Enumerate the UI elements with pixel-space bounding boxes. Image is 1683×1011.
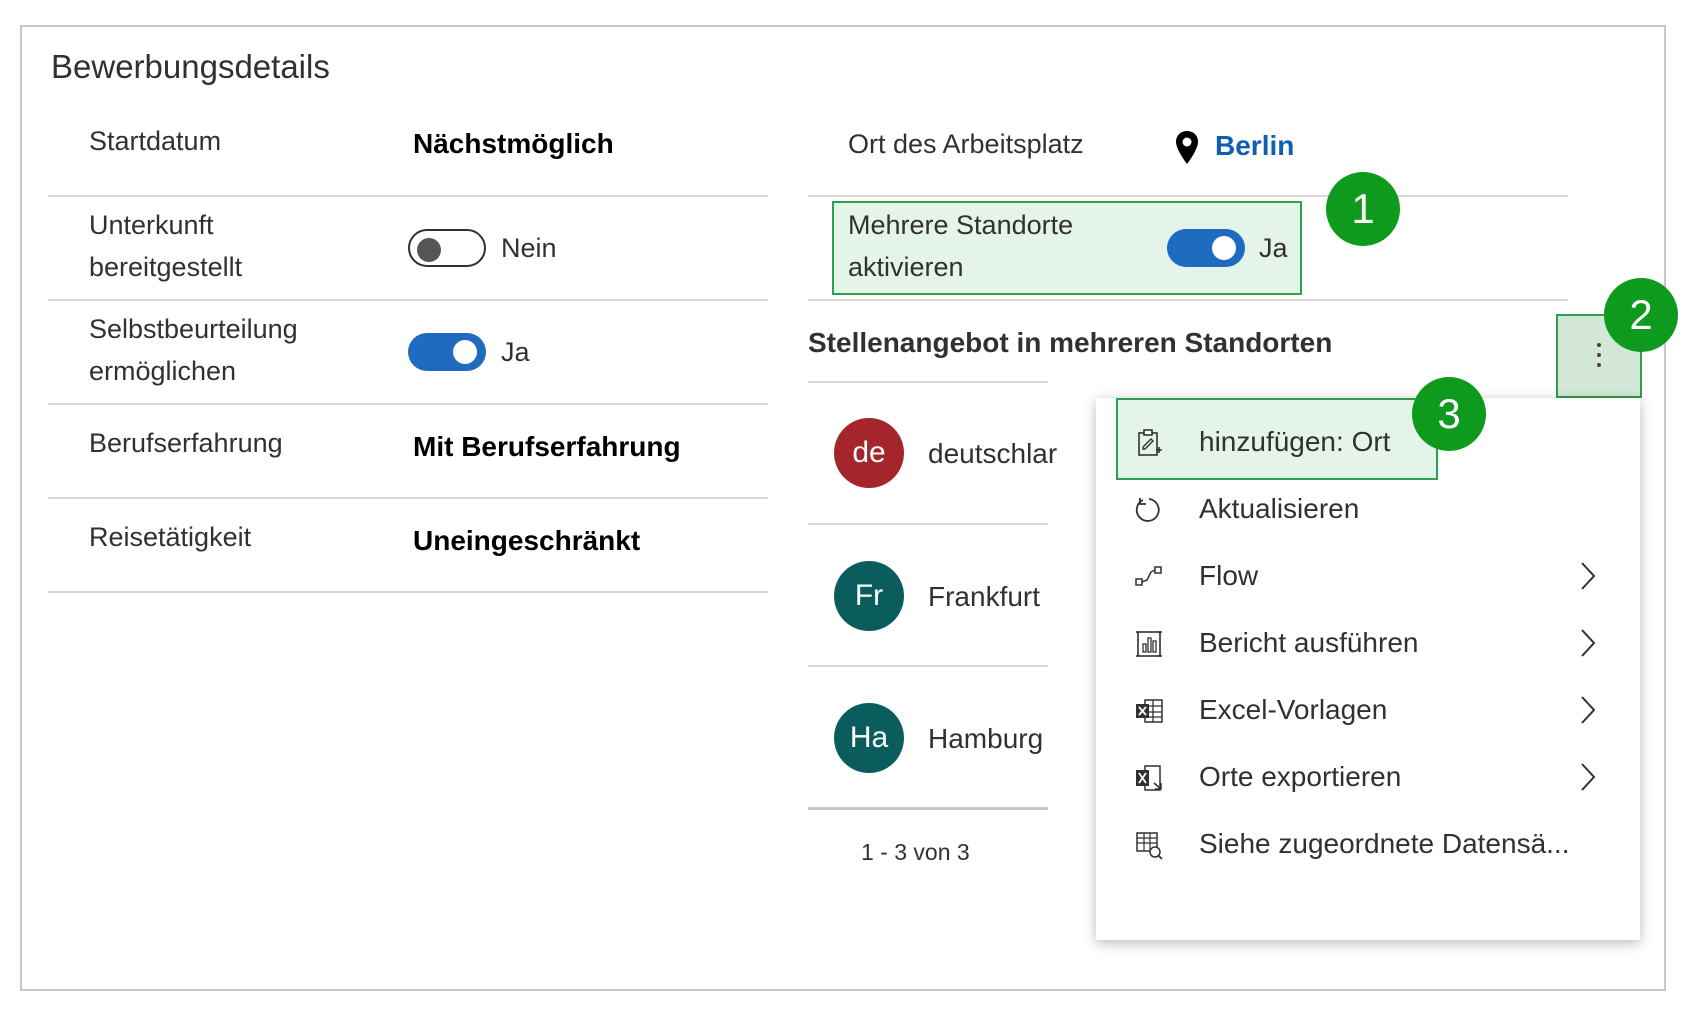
menu-item-refresh[interactable]: Aktualisieren (1096, 479, 1640, 539)
toggle-knob (1212, 236, 1236, 260)
toggle-knob (453, 340, 477, 364)
mehrere-standorte-toggle[interactable] (1167, 229, 1245, 267)
reise-value[interactable]: Uneingeschränkt (413, 525, 640, 557)
avatar: Fr (834, 561, 904, 631)
associated-records-icon (1136, 832, 1163, 860)
menu-item-associated-records[interactable]: Siehe zugeordnete Datensä... (1096, 814, 1640, 874)
mehrere-toggle-label: Ja (1259, 233, 1288, 263)
reise-label: Reisetätigkeit (89, 522, 252, 552)
ort-value-link[interactable]: Berlin (1215, 130, 1294, 162)
refresh-icon (1135, 498, 1160, 522)
menu-item-export-locations[interactable]: Orte exportieren (1096, 747, 1640, 807)
selbst-toggle[interactable] (408, 333, 486, 371)
startdatum-value[interactable]: Nächstmöglich (413, 128, 614, 160)
startdatum-label: Startdatum (89, 126, 222, 156)
list-item-name[interactable]: Hamburg (928, 723, 1043, 755)
unterkunft-label: Unterkunft bereitgestellt (89, 204, 242, 288)
divider (48, 497, 768, 499)
selbst-label: Selbstbeurteilung ermöglichen (89, 308, 298, 392)
menu-item-label: Orte exportieren (1199, 761, 1402, 792)
location-pin-icon (1174, 130, 1200, 166)
divider (808, 665, 1048, 667)
avatar: de (834, 418, 904, 488)
divider (808, 381, 1048, 383)
excel-template-icon (1136, 699, 1163, 723)
menu-item-label: Aktualisieren (1199, 493, 1360, 524)
chevron-right-icon (1581, 763, 1596, 791)
avatar: Ha (834, 703, 904, 773)
menu-item-label: Siehe zugeordnete Datensä... (1199, 828, 1570, 859)
callout-badge-2: 2 (1604, 278, 1678, 352)
divider (808, 523, 1048, 525)
divider (808, 807, 1048, 810)
add-record-icon (1138, 429, 1162, 456)
menu-item-excel-templates[interactable]: Excel-Vorlagen (1096, 680, 1640, 740)
list-item-name[interactable]: deutschlar (928, 438, 1057, 470)
menu-item-run-report[interactable]: Bericht ausführen (1096, 613, 1640, 673)
report-icon (1136, 631, 1162, 657)
mehrere-label-line1: Mehrere Standorte (848, 210, 1074, 240)
mehrere-label-line2: aktivieren (848, 252, 964, 282)
menu-item-label: hinzufügen: Ort (1199, 426, 1391, 457)
berufserfahrung-label: Berufserfahrung (89, 428, 283, 458)
selbst-label-line2: ermöglichen (89, 356, 237, 386)
mehrere-label: Mehrere Standorte aktivieren (848, 204, 1073, 288)
menu-item-add-location[interactable]: hinzufügen: Ort (1096, 412, 1640, 472)
flow-icon (1135, 566, 1162, 586)
toggle-knob (417, 238, 441, 262)
divider (808, 195, 1568, 197)
selbst-label-line1: Selbstbeurteilung (89, 314, 298, 344)
pagination-text: 1 - 3 von 3 (861, 839, 970, 865)
divider (48, 299, 768, 301)
berufserfahrung-value[interactable]: Mit Berufserfahrung (413, 431, 681, 463)
excel-export-icon (1136, 765, 1162, 791)
callout-badge-1: 1 (1326, 172, 1400, 246)
selbst-toggle-label: Ja (501, 337, 530, 367)
menu-item-label: Excel-Vorlagen (1199, 694, 1388, 725)
unterkunft-label-line2: bereitgestellt (89, 252, 243, 282)
ort-label: Ort des Arbeitsplatz (848, 129, 1084, 159)
menu-item-flow[interactable]: Flow (1096, 546, 1640, 606)
list-item-name[interactable]: Frankfurt (928, 581, 1040, 613)
unterkunft-toggle[interactable] (408, 229, 486, 267)
chevron-right-icon (1581, 696, 1596, 724)
divider (48, 403, 768, 405)
menu-item-label: Flow (1199, 560, 1259, 591)
divider (48, 195, 768, 197)
menu-item-label: Bericht ausführen (1199, 627, 1419, 658)
divider (48, 591, 768, 593)
chevron-right-icon (1581, 562, 1596, 590)
subgrid-title: Stellenangebot in mehreren Standorten (808, 327, 1333, 358)
callout-badge-3: 3 (1412, 377, 1486, 451)
section-title: Bewerbungsdetails (51, 48, 330, 85)
unterkunft-label-line1: Unterkunft (89, 210, 214, 240)
unterkunft-toggle-label: Nein (501, 233, 557, 263)
divider (808, 299, 1568, 301)
chevron-right-icon (1581, 629, 1596, 657)
context-menu: hinzufügen: Ort Aktualisieren Flow Beric… (1096, 398, 1640, 940)
